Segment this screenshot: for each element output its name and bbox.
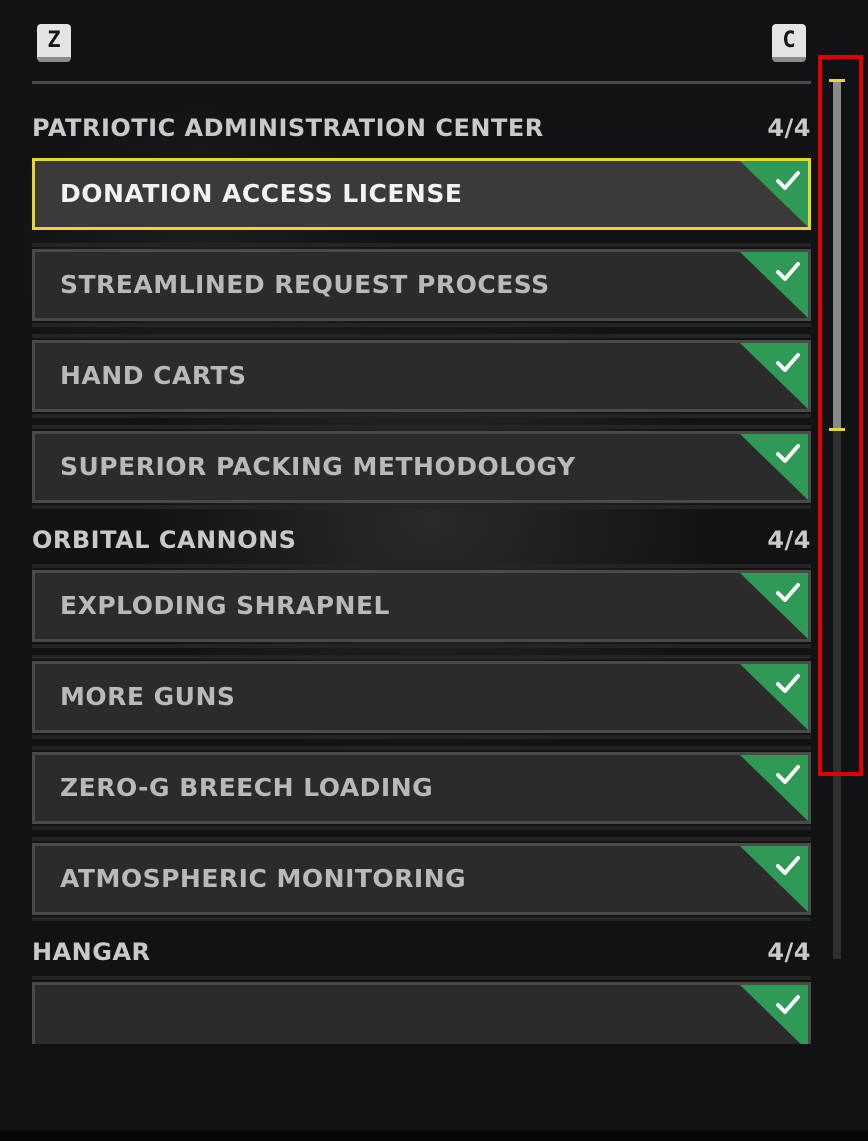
scrollbar-highlight (818, 55, 863, 776)
completed-checkmark-icon (740, 434, 808, 500)
upgrade-item[interactable]: HAND CARTS (32, 334, 811, 418)
completed-checkmark-icon (740, 985, 808, 1044)
completed-checkmark-icon (740, 252, 808, 318)
upgrade-item[interactable]: SUPERIOR PACKING METHODOLOGY (32, 425, 811, 509)
completed-checkmark-icon (740, 343, 808, 409)
upgrade-item-label: HAND CARTS (60, 361, 247, 390)
category-title: HANGAR (32, 938, 151, 966)
completed-checkmark-icon (740, 755, 808, 821)
category-header: ORBITAL CANNONS 4/4 (32, 522, 811, 562)
category-progress-count: 4/4 (767, 114, 811, 142)
upgrade-item[interactable]: DONATION ACCESS LICENSE (32, 158, 811, 230)
category-progress-count: 4/4 (767, 526, 811, 554)
upgrade-item-label: STREAMLINED REQUEST PROCESS (60, 270, 550, 299)
c-key-hint[interactable]: C (772, 24, 806, 62)
upgrade-item-label: ATMOSPHERIC MONITORING (60, 864, 467, 893)
upgrade-item-label: EXPLODING SHRAPNEL (60, 591, 390, 620)
upgrade-item[interactable]: ATMOSPHERIC MONITORING (32, 837, 811, 921)
category-section: HANGAR 4/4 (32, 934, 811, 1044)
completed-checkmark-icon (740, 573, 808, 639)
upgrade-item-label: ZERO-G BREECH LOADING (60, 773, 434, 802)
upgrade-list[interactable]: PATRIOTIC ADMINISTRATION CENTER 4/4 DONATI… (32, 110, 811, 1044)
category-header: PATRIOTIC ADMINISTRATION CENTER 4/4 (32, 110, 811, 150)
upgrade-item-label: MORE GUNS (60, 682, 236, 711)
category-section: PATRIOTIC ADMINISTRATION CENTER 4/4 DONATI… (32, 110, 811, 509)
upgrade-item[interactable]: ZERO-G BREECH LOADING (32, 746, 811, 830)
category-header: HANGAR 4/4 (32, 934, 811, 974)
upgrade-item-label: DONATION ACCESS LICENSE (60, 179, 463, 208)
bottom-strip (0, 1131, 868, 1141)
category-title: ORBITAL CANNONS (32, 526, 297, 554)
category-title: PATRIOTIC ADMINISTRATION CENTER (32, 114, 544, 142)
upgrade-item[interactable]: STREAMLINED REQUEST PROCESS (32, 243, 811, 327)
upgrade-item-label: SUPERIOR PACKING METHODOLOGY (60, 452, 576, 481)
completed-checkmark-icon (740, 664, 808, 730)
upgrade-item[interactable]: MORE GUNS (32, 655, 811, 739)
upgrade-item[interactable] (32, 976, 811, 1044)
completed-checkmark-icon (740, 846, 808, 912)
category-section: ORBITAL CANNONS 4/4 EXPLODING SHRAPNEL MORE… (32, 522, 811, 921)
upgrade-item[interactable]: EXPLODING SHRAPNEL (32, 564, 811, 648)
z-key-hint[interactable]: Z (37, 24, 71, 62)
top-divider (32, 81, 811, 84)
completed-checkmark-icon (740, 161, 808, 227)
category-progress-count: 4/4 (767, 938, 811, 966)
